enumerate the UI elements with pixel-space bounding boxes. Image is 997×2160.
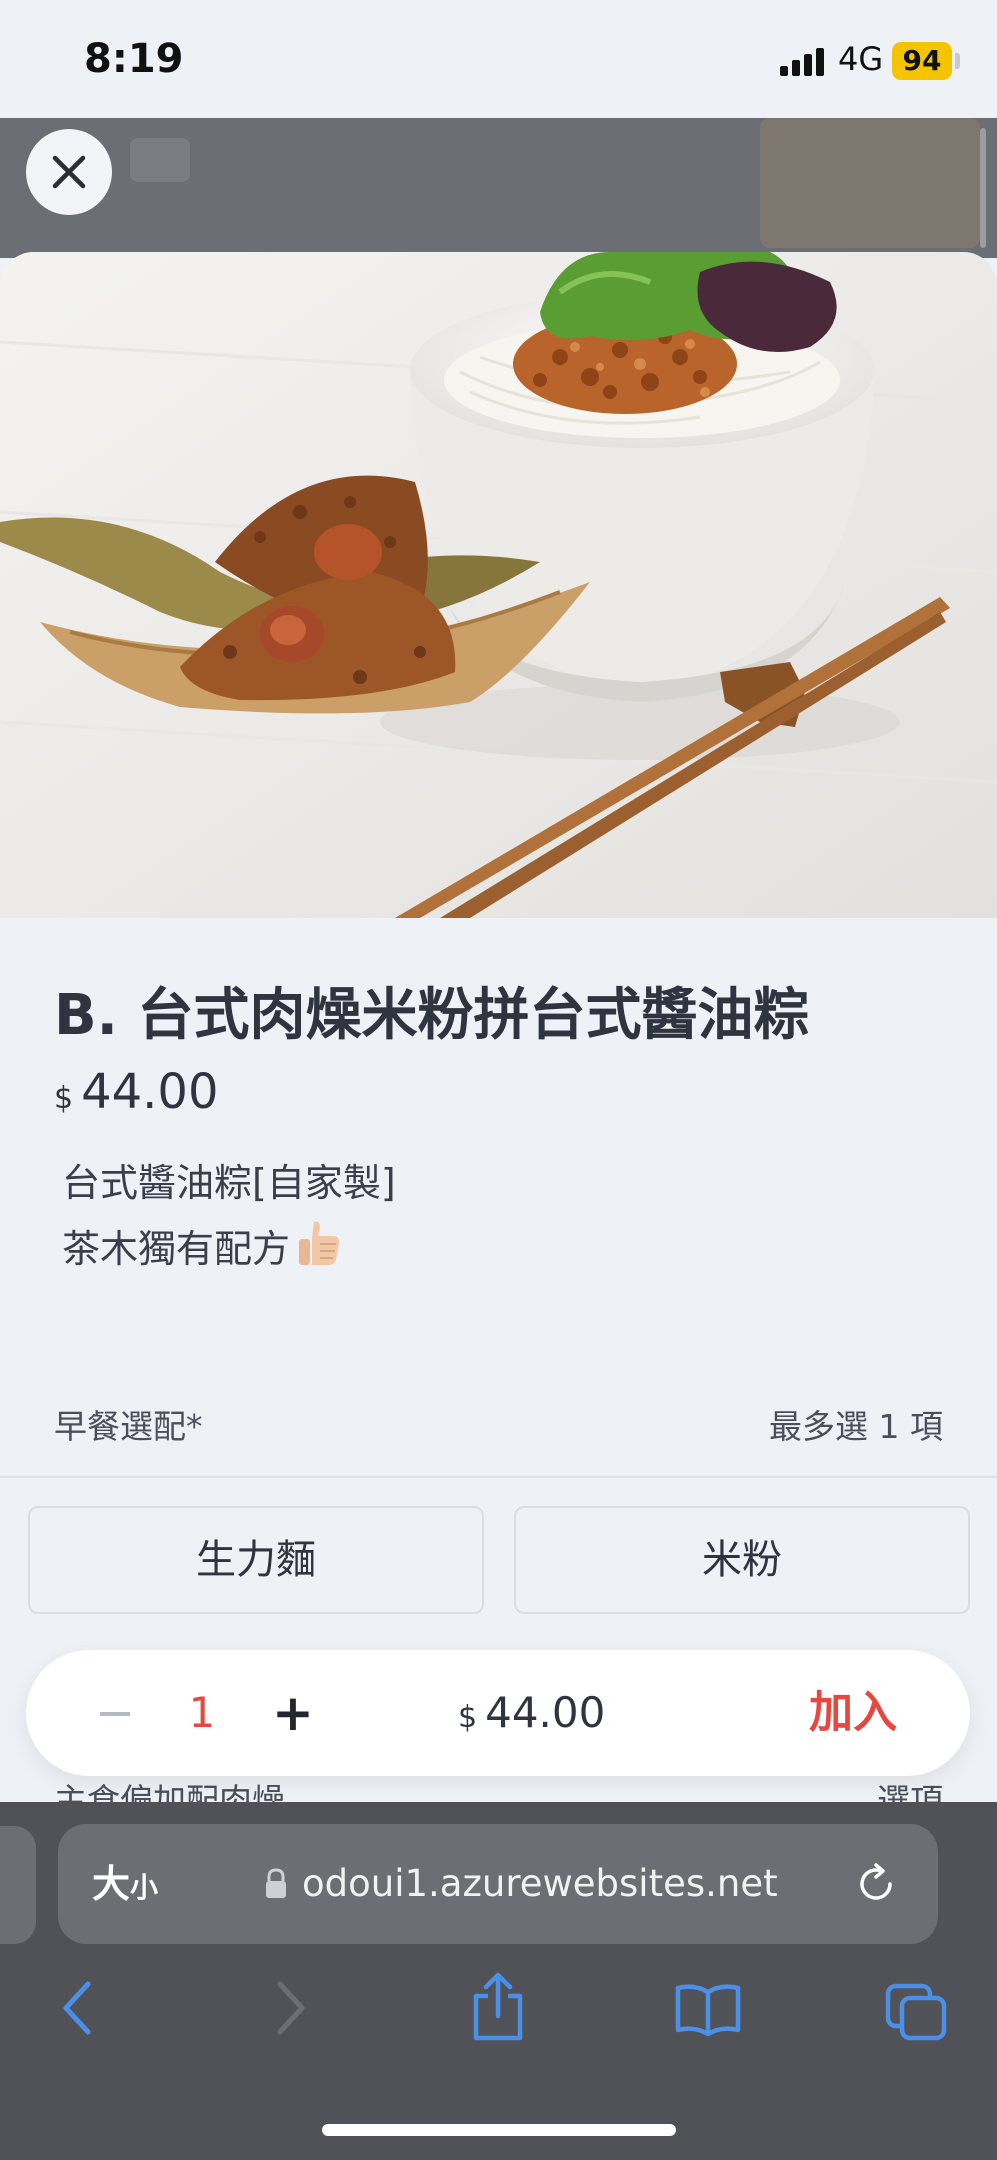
order-bar: − 1 + $44.00 加入 — [26, 1650, 970, 1776]
browser-toolbar: 大小 odoui1.azurewebsites.net — [0, 1802, 997, 2160]
order-total: $44.00 — [458, 1670, 605, 1756]
item-description: 台式醬油粽[自家製] 茶木獨有配方 — [62, 1150, 396, 1282]
divider — [0, 1476, 997, 1478]
status-time: 8:19 — [84, 36, 184, 82]
quantity-value: 1 — [188, 1688, 216, 1737]
add-to-cart-button[interactable]: 加入 — [778, 1670, 928, 1756]
dimmed-background — [0, 118, 997, 258]
item-title: B. 台式肉燥米粉拼台式醬油粽 — [54, 983, 810, 1048]
url-text[interactable]: odoui1.azurewebsites.net — [302, 1824, 778, 1944]
item-price: $44.00 — [54, 1064, 219, 1120]
previous-tab[interactable] — [0, 1826, 36, 1944]
book-icon[interactable] — [674, 1982, 742, 2038]
network-type: 4G — [838, 40, 884, 78]
thumbs-up-icon — [299, 1221, 340, 1265]
decrease-quantity-button[interactable]: − — [70, 1670, 160, 1756]
signal-icon — [780, 46, 830, 76]
item-image — [0, 252, 997, 918]
options-label: 早餐選配* — [54, 1407, 203, 1446]
status-bar: 8:19 4G 94 — [0, 0, 997, 118]
lock-icon — [266, 1868, 286, 1898]
battery-level: 94 — [892, 42, 952, 80]
address-bar[interactable]: 大小 odoui1.azurewebsites.net — [58, 1824, 938, 1944]
share-icon[interactable] — [470, 1972, 526, 2042]
close-button[interactable] — [26, 129, 112, 215]
option-chip[interactable]: 米粉 — [514, 1506, 970, 1614]
tabs-icon[interactable] — [884, 1982, 948, 2042]
text-size-button[interactable]: 大小 — [92, 1824, 158, 1944]
currency-symbol: $ — [54, 1081, 74, 1116]
battery-icon — [955, 53, 960, 69]
close-icon — [52, 155, 86, 189]
description-line: 台式醬油粽[自家製] — [62, 1161, 396, 1205]
forward-icon[interactable] — [274, 1978, 310, 2038]
currency-symbol: $ — [458, 1700, 478, 1735]
back-icon[interactable] — [58, 1978, 94, 2038]
reload-icon[interactable] — [854, 1862, 898, 1906]
scroll-indicator — [980, 128, 986, 248]
item-detail-sheet: B. 台式肉燥米粉拼台式醬油粽 $44.00 台式醬油粽[自家製] 茶木獨有配方… — [0, 252, 997, 1812]
description-line: 茶木獨有配方 — [62, 1216, 396, 1282]
option-chip[interactable]: 生力麵 — [28, 1506, 484, 1614]
total-value: 44.00 — [485, 1688, 606, 1737]
price-value: 44.00 — [81, 1064, 219, 1120]
increase-quantity-button[interactable]: + — [248, 1670, 338, 1756]
home-indicator[interactable] — [322, 2124, 676, 2136]
options-limit: 最多選 1 項 — [769, 1407, 943, 1446]
